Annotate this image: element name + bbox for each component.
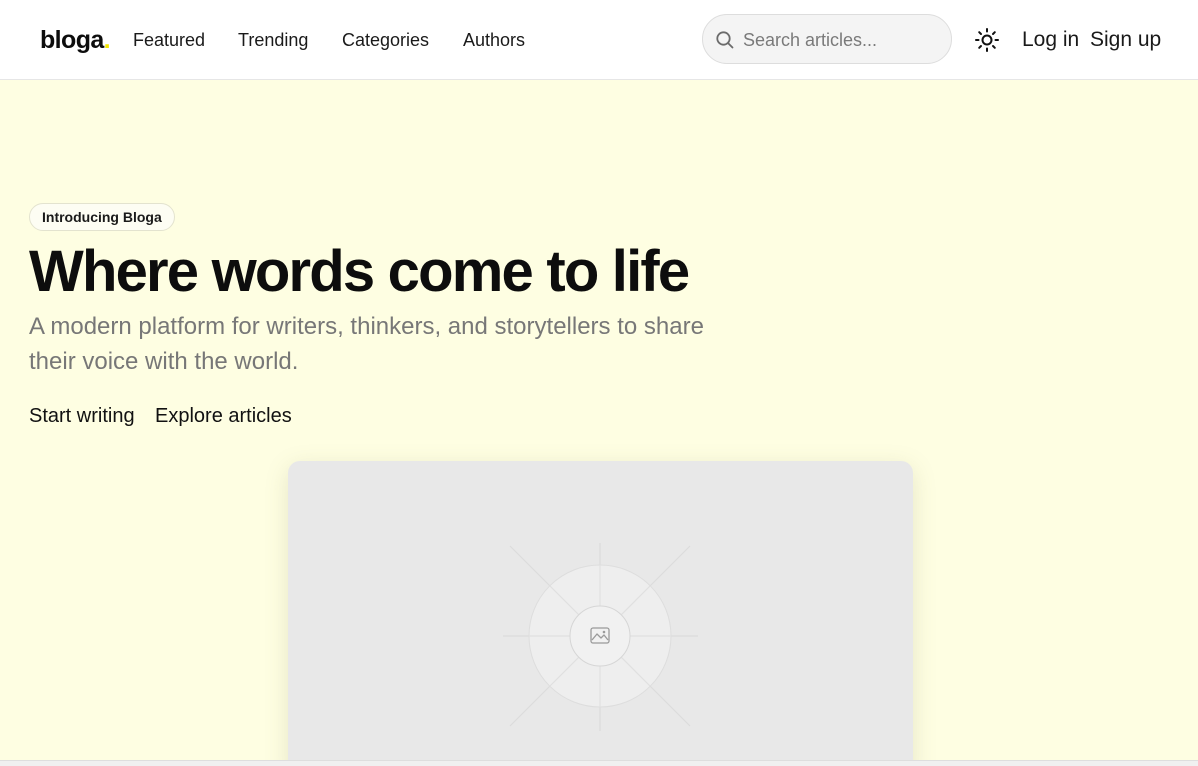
nav-item-trending[interactable]: Trending <box>238 29 308 51</box>
site-header: bloga. Featured Trending Categories Auth… <box>0 0 1198 80</box>
signup-link[interactable]: Sign up <box>1090 27 1161 53</box>
logo-text: bloga <box>40 26 104 54</box>
logo-dot: . <box>103 26 111 54</box>
hero-section: Introducing Bloga Where words come to li… <box>0 80 1198 760</box>
page-bottom-divider <box>0 760 1198 766</box>
sun-icon <box>975 28 999 52</box>
nav-item-authors[interactable]: Authors <box>463 29 525 51</box>
search-icon <box>716 31 734 49</box>
logo[interactable]: bloga. <box>40 25 111 55</box>
theme-toggle-button[interactable] <box>973 26 1001 54</box>
nav-item-categories[interactable]: Categories <box>342 29 429 51</box>
hero-preview-image <box>288 461 913 760</box>
announcement-badge[interactable]: Introducing Bloga <box>29 203 175 231</box>
explore-articles-button[interactable]: Explore articles <box>155 404 292 428</box>
search-bar[interactable] <box>702 14 952 64</box>
hero-subtitle: A modern platform for writers, thinkers,… <box>29 313 704 375</box>
login-link[interactable]: Log in <box>1022 27 1079 53</box>
image-placeholder-graphic <box>503 543 698 731</box>
start-writing-button[interactable]: Start writing <box>29 404 135 428</box>
search-input[interactable] <box>743 27 939 53</box>
nav-item-featured[interactable]: Featured <box>133 29 205 51</box>
hero-title: Where words come to life <box>29 239 690 304</box>
